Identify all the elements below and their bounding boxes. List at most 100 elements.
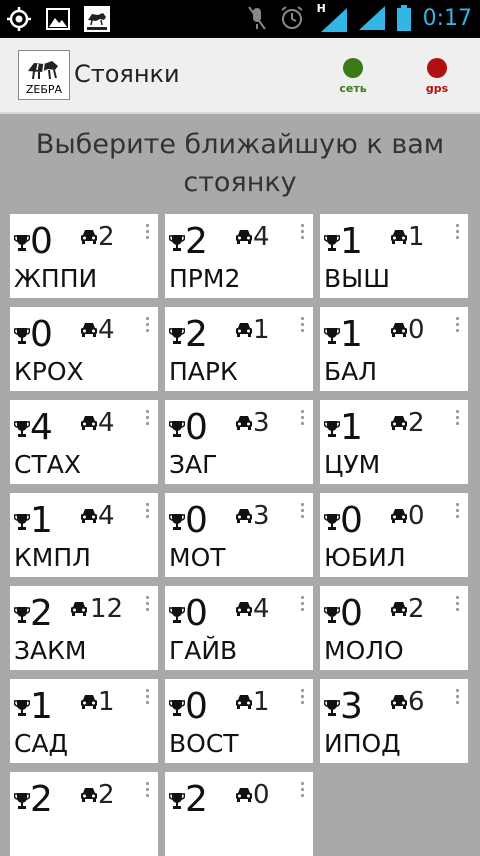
parking-tile[interactable]: 3 6 ИПОД xyxy=(320,679,468,763)
trophy-icon xyxy=(323,700,341,716)
overflow-menu-icon[interactable] xyxy=(146,317,150,335)
tile-name: КМПЛ xyxy=(14,543,91,572)
overflow-menu-icon[interactable] xyxy=(301,410,305,428)
parking-tile[interactable]: 2 12 ЗАКМ xyxy=(10,586,158,670)
tile-car-count: 3 xyxy=(253,408,270,438)
trophy-icon xyxy=(168,235,186,251)
car-icon xyxy=(81,416,97,430)
overflow-menu-icon[interactable] xyxy=(456,224,460,242)
trophy-icon xyxy=(168,607,186,623)
overflow-menu-icon[interactable] xyxy=(146,503,150,521)
tile-rank: 2 xyxy=(185,221,208,262)
tile-name: ЗАКМ xyxy=(14,636,87,665)
overflow-menu-icon[interactable] xyxy=(456,689,460,707)
parking-tile[interactable]: 0 1 ВОСТ xyxy=(165,679,313,763)
tile-name: ПАРК xyxy=(169,357,238,386)
overflow-menu-icon[interactable] xyxy=(146,782,150,800)
tile-rank: 4 xyxy=(30,407,53,448)
overflow-menu-icon[interactable] xyxy=(456,317,460,335)
tile-rank: 0 xyxy=(30,221,53,262)
tile-name: БАЛ xyxy=(324,357,378,386)
car-icon xyxy=(391,323,407,337)
tile-car-count: 4 xyxy=(98,315,115,345)
parking-tile[interactable]: 0 3 ЗАГ xyxy=(165,400,313,484)
trophy-icon xyxy=(13,421,31,437)
tile-rank: 0 xyxy=(185,407,208,448)
tile-rank: 1 xyxy=(340,221,363,262)
parking-tile[interactable]: 1 2 ЦУМ xyxy=(320,400,468,484)
tile-rank: 0 xyxy=(30,314,53,355)
trophy-icon xyxy=(323,607,341,623)
overflow-menu-icon[interactable] xyxy=(456,503,460,521)
tile-car-count: 4 xyxy=(253,594,270,624)
tile-name: ЦУМ xyxy=(324,450,381,479)
parking-tile[interactable]: 0 4 ГАЙВ xyxy=(165,586,313,670)
gps-label: gps xyxy=(425,82,449,95)
signal-icon xyxy=(358,6,385,30)
tile-car-count: 2 xyxy=(408,408,425,438)
parking-tile[interactable]: 20 xyxy=(165,772,313,856)
car-icon xyxy=(81,509,97,523)
trophy-icon xyxy=(323,421,341,437)
trophy-icon xyxy=(168,421,186,437)
tile-car-count: 12 xyxy=(90,594,124,624)
tile-rank: 0 xyxy=(340,500,363,541)
car-icon xyxy=(391,602,407,616)
car-icon xyxy=(81,323,97,337)
tile-rank: 3 xyxy=(340,686,363,727)
tile-rank: 0 xyxy=(185,500,208,541)
tile-rank: 2 xyxy=(185,779,208,820)
overflow-menu-icon[interactable] xyxy=(456,596,460,614)
overflow-menu-icon[interactable] xyxy=(456,410,460,428)
overflow-menu-icon[interactable] xyxy=(301,689,305,707)
car-icon xyxy=(236,602,252,616)
parking-tile[interactable]: 22 xyxy=(10,772,158,856)
tile-car-count: 2 xyxy=(408,594,425,624)
parking-tile[interactable]: 1 1 ВЫШ xyxy=(320,214,468,298)
parking-tile[interactable]: 1 0 БАЛ xyxy=(320,307,468,391)
car-icon xyxy=(236,695,252,709)
mute-icon xyxy=(247,6,266,30)
parking-tile[interactable]: 2 4 ПРМ2 xyxy=(165,214,313,298)
parking-tile[interactable]: 0 4 КРОХ xyxy=(10,307,158,391)
parking-tile[interactable]: 0 3 МОТ xyxy=(165,493,313,577)
trophy-icon xyxy=(13,607,31,623)
zebra-logo[interactable]: ZEБРА xyxy=(18,50,70,100)
overflow-menu-icon[interactable] xyxy=(301,782,305,800)
trophy-icon xyxy=(323,514,341,530)
overflow-menu-icon[interactable] xyxy=(301,224,305,242)
tile-car-count: 2 xyxy=(98,780,115,810)
tile-name: ЮБИЛ xyxy=(324,543,406,572)
overflow-menu-icon[interactable] xyxy=(146,410,150,428)
parking-tile[interactable]: 2 1 ПАРК xyxy=(165,307,313,391)
zebra-logo-icon xyxy=(28,61,58,80)
tile-car-count: 6 xyxy=(408,687,425,717)
parking-tile[interactable]: 0 2 МОЛО xyxy=(320,586,468,670)
tile-name: ГАЙВ xyxy=(169,636,238,665)
parking-tile[interactable]: 0 2 ЖППИ xyxy=(10,214,158,298)
tile-name: ВЫШ xyxy=(324,264,390,293)
overflow-menu-icon[interactable] xyxy=(146,689,150,707)
battery-icon xyxy=(396,5,411,31)
overflow-menu-icon[interactable] xyxy=(301,317,305,335)
tile-car-count: 2 xyxy=(98,222,115,252)
tile-car-count: 1 xyxy=(408,222,425,252)
trophy-icon xyxy=(168,700,186,716)
overflow-menu-icon[interactable] xyxy=(301,503,305,521)
zebra-app-icon xyxy=(84,6,110,32)
parking-tile[interactable]: 1 1 САД xyxy=(10,679,158,763)
overflow-menu-icon[interactable] xyxy=(146,596,150,614)
parking-tile[interactable]: 0 0 ЮБИЛ xyxy=(320,493,468,577)
parking-tile[interactable]: 4 4 СТАХ xyxy=(10,400,158,484)
overflow-menu-icon[interactable] xyxy=(146,224,150,242)
tile-name: ПРМ2 xyxy=(169,264,241,293)
car-icon xyxy=(71,602,87,616)
overflow-menu-icon[interactable] xyxy=(301,596,305,614)
trophy-icon xyxy=(13,328,31,344)
car-icon xyxy=(236,323,252,337)
signal-h-icon: H xyxy=(317,2,347,32)
parking-tile[interactable]: 1 4 КМПЛ xyxy=(10,493,158,577)
instruction-heading: Выберите ближайшую к вам стоянку xyxy=(35,129,445,198)
network-status-dot xyxy=(343,58,363,78)
trophy-icon xyxy=(168,793,186,809)
